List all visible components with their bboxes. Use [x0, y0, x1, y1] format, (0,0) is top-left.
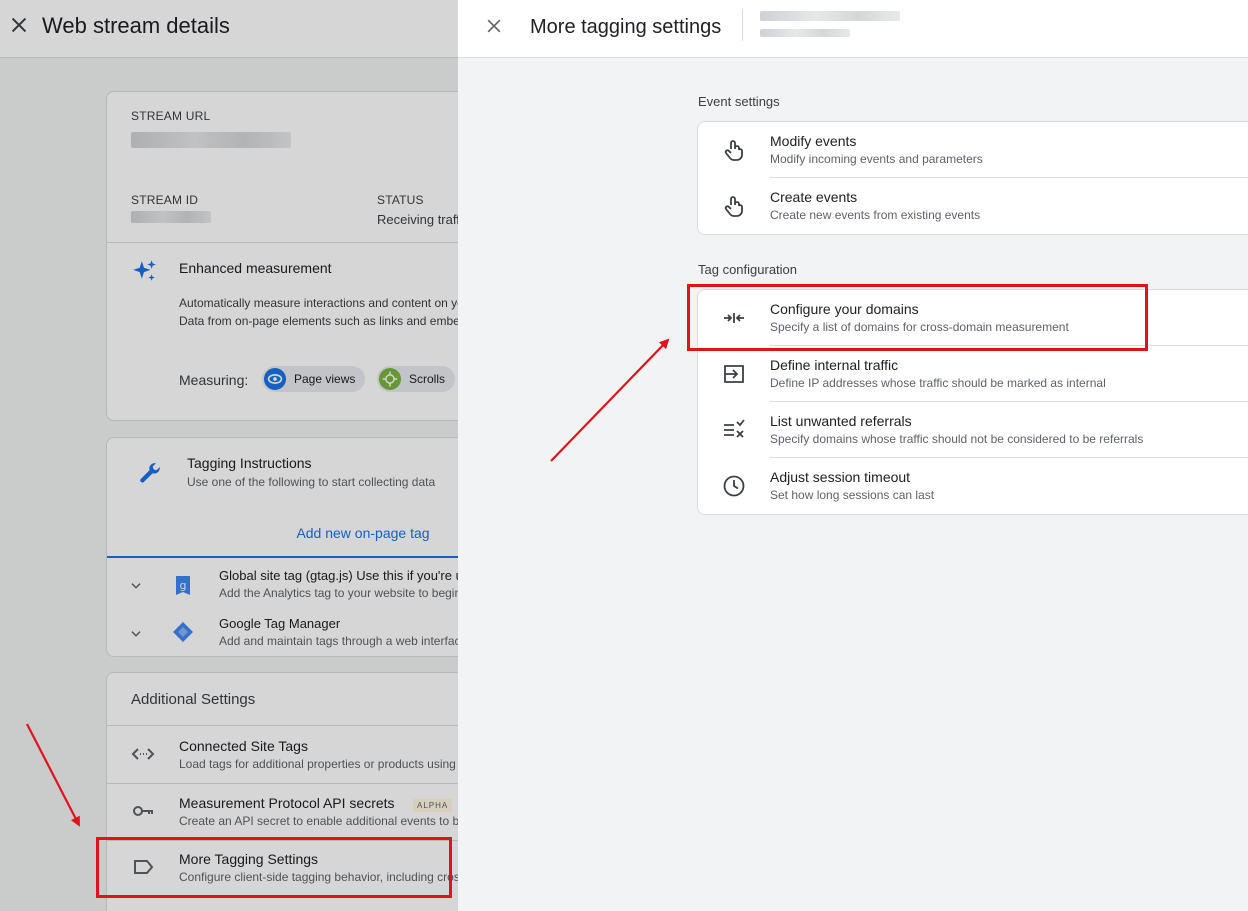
crosshair-icon	[379, 368, 401, 390]
chip-scrolls: Scrolls	[377, 366, 456, 392]
svg-text:g: g	[180, 579, 187, 592]
measurement-protocol-title[interactable]: Measurement Protocol API secrets	[179, 795, 395, 811]
panel-title: More tagging settings	[530, 16, 722, 38]
merge-arrows-icon	[724, 313, 744, 323]
gtm-row-title[interactable]: Google Tag Manager	[219, 616, 340, 631]
left-header: Web stream details	[0, 0, 458, 58]
divider	[107, 725, 458, 726]
gtag-row-sub: Add the Analytics tag to your website to…	[219, 586, 458, 600]
adjust-session-timeout-item[interactable]: Adjust session timeout Set how long sess…	[698, 458, 1248, 514]
status-value: Receiving traffic	[377, 212, 458, 227]
web-stream-details-page: Web stream details STREAM URL STREAM ID …	[0, 0, 458, 911]
enhanced-measurement-desc-2: Data from on-page elements such as links…	[179, 314, 458, 328]
tag-manager-icon	[173, 622, 193, 642]
key-icon	[133, 806, 153, 816]
status-label: STATUS	[377, 193, 424, 207]
code-arrows-icon	[131, 748, 155, 760]
tag-configuration-label: Tag configuration	[698, 262, 798, 277]
create-events-item[interactable]: Create events Create new events from exi…	[698, 178, 1248, 234]
item-title: Define internal traffic	[770, 357, 899, 373]
alpha-badge: ALPHA	[413, 799, 453, 812]
chip-label: Page views	[294, 372, 356, 386]
sparkle-icon	[133, 260, 156, 281]
property-name-redacted	[760, 11, 900, 21]
stream-id-label: STREAM ID	[131, 193, 199, 207]
connected-site-tags-sub: Load tags for additional properties or p…	[179, 757, 458, 771]
tagging-instructions-subtitle: Use one of the following to start collec…	[187, 475, 436, 489]
measuring-label: Measuring:	[179, 372, 249, 388]
gtm-row-sub: Add and maintain tags through a web inte…	[219, 634, 458, 648]
item-title: Adjust session timeout	[770, 469, 911, 485]
label-tag-icon	[134, 860, 154, 874]
measurement-protocol-sub: Create an API secret to enable additiona…	[179, 814, 458, 828]
divider	[107, 840, 458, 841]
chip-label: Scrolls	[409, 372, 446, 386]
enhanced-measurement-title: Enhanced measurement	[179, 260, 332, 276]
item-title: Modify events	[770, 133, 857, 149]
close-icon[interactable]	[484, 16, 504, 36]
divider	[107, 242, 458, 243]
additional-settings-card: Additional Settings Connected Site Tags …	[106, 672, 458, 911]
item-subtitle: Specify domains whose traffic should not…	[770, 432, 1144, 446]
wrench-icon	[140, 463, 160, 483]
stream-url-value-redacted	[131, 132, 291, 148]
item-title: Create events	[770, 189, 858, 205]
additional-settings-title: Additional Settings	[131, 691, 256, 708]
configure-domains-item[interactable]: Configure your domains Specify a list of…	[698, 290, 1248, 346]
gtag-row-title[interactable]: Global site tag (gtag.js) Use this if yo…	[219, 568, 458, 583]
connected-site-tags-title[interactable]: Connected Site Tags	[179, 738, 308, 754]
list-unwanted-referrals-item[interactable]: List unwanted referrals Specify domains …	[698, 402, 1248, 458]
event-settings-list: Modify events Modify incoming events and…	[697, 121, 1248, 235]
chevron-down-icon[interactable]	[129, 579, 143, 593]
item-subtitle: Create new events from existing events	[770, 208, 981, 222]
more-tagging-settings-panel: More tagging settings Event settings Mod…	[458, 0, 1248, 911]
chip-page-views: Page views	[262, 366, 366, 392]
item-subtitle: Modify incoming events and parameters	[770, 152, 983, 166]
more-tagging-settings-title[interactable]: More Tagging Settings	[179, 851, 318, 867]
stream-details-card: STREAM URL STREAM ID STATUS Receiving tr…	[106, 91, 458, 421]
list-remove-icon	[724, 419, 745, 438]
page-title: Web stream details	[42, 13, 230, 38]
panel-header: More tagging settings	[458, 0, 1248, 58]
clock-icon	[723, 475, 745, 497]
eye-icon	[264, 368, 286, 390]
enhanced-measurement-desc-1: Automatically measure interactions and c…	[179, 296, 458, 310]
tag-configuration-list: Configure your domains Specify a list of…	[697, 289, 1248, 515]
divider	[107, 783, 458, 784]
login-arrow-icon	[724, 365, 744, 383]
close-icon[interactable]	[8, 14, 30, 36]
active-tab-indicator	[107, 556, 458, 558]
tagging-instructions-title: Tagging Instructions	[187, 455, 312, 471]
add-new-on-page-tag-tab[interactable]: Add new on-page tag	[107, 525, 458, 541]
item-title: List unwanted referrals	[770, 413, 912, 429]
stream-id-value-redacted	[131, 211, 211, 223]
modify-events-item[interactable]: Modify events Modify incoming events and…	[698, 122, 1248, 178]
tagging-instructions-card: Tagging Instructions Use one of the foll…	[106, 437, 458, 657]
more-tagging-settings-sub: Configure client-side tagging behavior, …	[179, 870, 458, 884]
item-title: Configure your domains	[770, 301, 919, 317]
event-settings-label: Event settings	[698, 94, 780, 109]
item-subtitle: Specify a list of domains for cross-doma…	[770, 320, 1069, 334]
gtag-icon: g	[176, 576, 190, 595]
header-divider	[742, 9, 743, 41]
stream-url-label: STREAM URL	[131, 109, 211, 123]
chevron-down-icon[interactable]	[129, 627, 143, 641]
property-id-redacted	[760, 29, 850, 37]
item-subtitle: Define IP addresses whose traffic should…	[770, 376, 1106, 390]
touch-icon	[724, 140, 743, 161]
define-internal-traffic-item[interactable]: Define internal traffic Define IP addres…	[698, 346, 1248, 402]
touch-icon	[724, 196, 743, 217]
item-subtitle: Set how long sessions can last	[770, 488, 935, 502]
